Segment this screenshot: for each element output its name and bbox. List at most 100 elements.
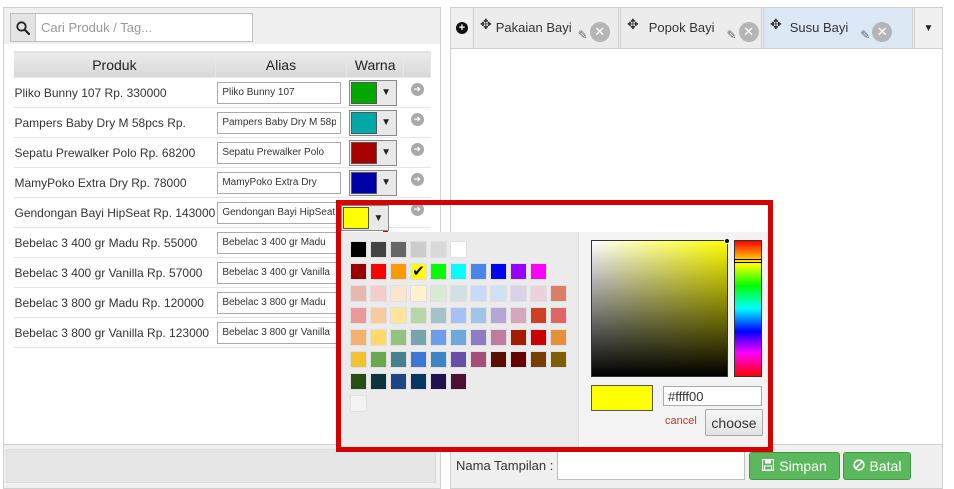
hue-slider-handle[interactable]: [734, 259, 762, 263]
palette-swatch[interactable]: [470, 351, 487, 368]
alias-input[interactable]: [217, 261, 342, 284]
color-picker-button[interactable]: ▼: [348, 169, 397, 196]
palette-swatch[interactable]: [350, 307, 367, 324]
saturation-value-field[interactable]: [591, 238, 730, 377]
palette-swatch[interactable]: [410, 329, 427, 346]
pencil-icon[interactable]: ✎: [727, 28, 737, 42]
alias-input[interactable]: [217, 291, 342, 314]
palette-swatch[interactable]: [370, 351, 387, 368]
palette-swatch[interactable]: [430, 263, 447, 280]
palette-swatch[interactable]: [450, 351, 467, 368]
palette-swatch[interactable]: [350, 351, 367, 368]
palette-swatch[interactable]: [410, 373, 427, 390]
tab-susu-bayi[interactable]: ✥ Susu Bayi ✎ ✕: [763, 8, 913, 48]
palette-swatch[interactable]: [490, 351, 507, 368]
palette-swatch[interactable]: [490, 329, 507, 346]
palette-swatch[interactable]: [470, 307, 487, 324]
palette-swatch[interactable]: [370, 285, 387, 302]
palette-swatch[interactable]: [490, 307, 507, 324]
palette-swatch[interactable]: [510, 307, 527, 324]
arrow-right-circle-icon[interactable]: ➜: [410, 83, 424, 96]
palette-swatch[interactable]: [470, 329, 487, 346]
search-icon[interactable]: [11, 14, 36, 41]
palette-swatch[interactable]: [470, 263, 487, 280]
palette-swatch[interactable]: [530, 329, 547, 346]
palette-swatch[interactable]: [410, 262, 427, 280]
palette-swatch[interactable]: [550, 329, 567, 346]
palette-swatch[interactable]: [530, 351, 547, 368]
palette-swatch[interactable]: [370, 241, 387, 258]
palette-swatch[interactable]: [390, 285, 407, 302]
palette-swatch[interactable]: [390, 351, 407, 368]
search-input[interactable]: [36, 14, 252, 41]
color-picker-active-trigger[interactable]: ▼: [336, 200, 389, 232]
palette-swatch[interactable]: [450, 263, 467, 280]
move-icon[interactable]: ✥: [480, 17, 492, 31]
palette-swatch[interactable]: [430, 285, 447, 302]
palette-swatch[interactable]: [390, 241, 407, 258]
palette-swatch[interactable]: [350, 373, 367, 390]
palette-swatch[interactable]: [530, 263, 547, 280]
palette-swatch[interactable]: [350, 395, 367, 412]
palette-swatch[interactable]: [450, 329, 467, 346]
palette-swatch[interactable]: [530, 285, 547, 302]
save-button[interactable]: Simpan: [749, 452, 840, 480]
sv-handle[interactable]: [724, 238, 730, 244]
alias-input[interactable]: [217, 171, 342, 194]
palette-swatch[interactable]: [390, 307, 407, 324]
palette-swatch[interactable]: [430, 241, 447, 258]
palette-swatch[interactable]: [510, 351, 527, 368]
palette-swatch[interactable]: [450, 373, 467, 390]
pencil-icon[interactable]: ✎: [860, 28, 870, 42]
hex-input[interactable]: [663, 386, 762, 406]
alias-input[interactable]: [217, 111, 342, 134]
color-picker-button[interactable]: ▼: [348, 109, 397, 136]
palette-swatch[interactable]: [530, 307, 547, 324]
palette-swatch[interactable]: [370, 307, 387, 324]
color-cancel-link[interactable]: cancel: [665, 415, 697, 427]
move-icon[interactable]: ✥: [627, 17, 639, 31]
close-circle-icon[interactable]: ✕: [589, 22, 610, 42]
move-icon[interactable]: ✥: [770, 17, 782, 31]
arrow-right-circle-icon[interactable]: ➜: [410, 203, 424, 216]
arrow-right-circle-icon[interactable]: ➜: [410, 143, 424, 156]
nama-tampilan-input[interactable]: [557, 451, 745, 480]
alias-input[interactable]: [217, 321, 342, 344]
arrow-right-circle-icon[interactable]: ➜: [410, 113, 424, 126]
alias-input[interactable]: [217, 141, 342, 164]
palette-swatch[interactable]: [510, 285, 527, 302]
palette-swatch[interactable]: [430, 373, 447, 390]
palette-swatch[interactable]: [490, 263, 507, 280]
palette-swatch[interactable]: [390, 263, 407, 280]
close-circle-icon[interactable]: ✕: [872, 22, 893, 42]
pencil-icon[interactable]: ✎: [578, 28, 588, 42]
cancel-button[interactable]: Batal: [843, 452, 911, 480]
palette-swatch[interactable]: [390, 373, 407, 390]
palette-swatch[interactable]: [410, 351, 427, 368]
add-tab-button[interactable]: +: [451, 8, 473, 48]
palette-swatch[interactable]: [410, 307, 427, 324]
palette-swatch[interactable]: [350, 329, 367, 346]
palette-swatch[interactable]: [350, 285, 367, 302]
close-circle-icon[interactable]: ✕: [738, 22, 759, 42]
alias-input[interactable]: [217, 201, 342, 224]
palette-swatch[interactable]: [410, 241, 427, 258]
choose-button[interactable]: choose: [705, 409, 763, 436]
palette-swatch[interactable]: [470, 285, 487, 302]
tab-popok-bayi[interactable]: ✥ Popok Bayi ✎ ✕: [620, 8, 762, 48]
palette-swatch[interactable]: [510, 263, 527, 280]
palette-swatch[interactable]: [450, 241, 467, 258]
palette-swatch[interactable]: [350, 263, 367, 280]
palette-swatch[interactable]: [450, 285, 467, 302]
color-picker-button[interactable]: ▼: [341, 205, 389, 231]
palette-swatch[interactable]: [430, 307, 447, 324]
arrow-right-circle-icon[interactable]: ➜: [410, 173, 424, 186]
palette-swatch[interactable]: [450, 307, 467, 324]
palette-swatch[interactable]: [370, 329, 387, 346]
color-picker-button[interactable]: ▼: [348, 79, 397, 106]
tab-dropdown-button[interactable]: ▼: [914, 8, 942, 48]
palette-swatch[interactable]: [430, 329, 447, 346]
palette-swatch[interactable]: [510, 329, 527, 346]
palette-swatch[interactable]: [410, 285, 427, 302]
palette-swatch[interactable]: [370, 373, 387, 390]
